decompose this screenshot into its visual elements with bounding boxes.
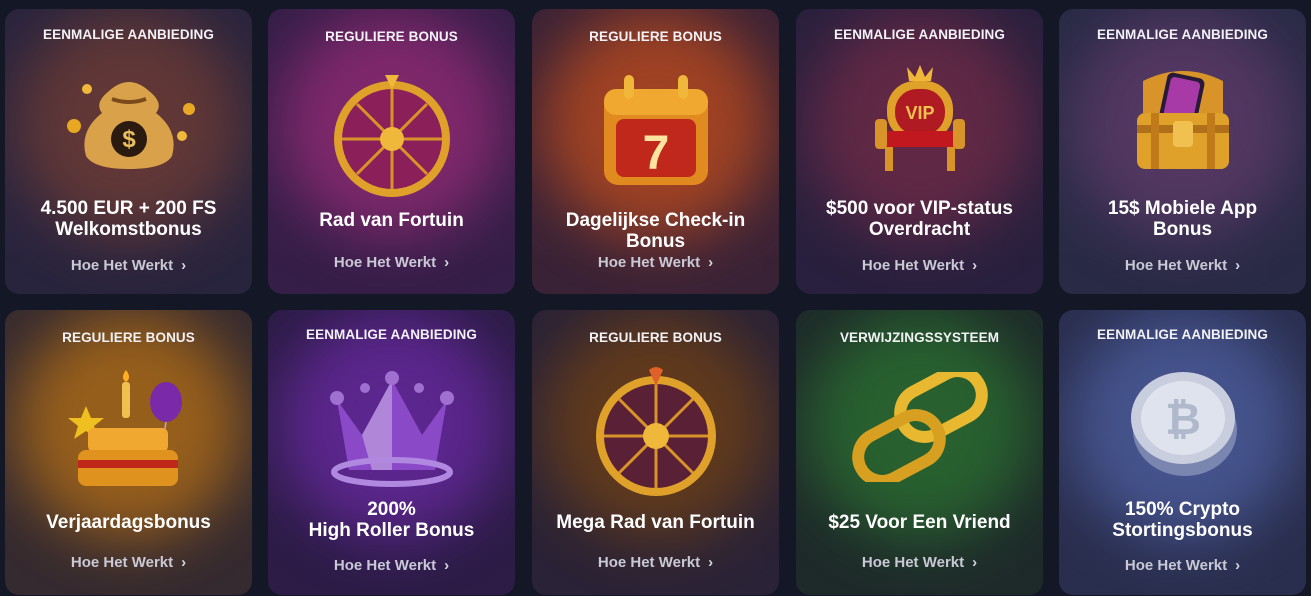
chevron-right-icon: › xyxy=(972,257,978,274)
svg-text:VIP: VIP xyxy=(905,103,934,123)
bonus-card-mega-wheel[interactable]: REGULIERE BONUS Mega Rad van Fortuin Hoe… xyxy=(532,310,779,595)
link-label: Hoe Het Werkt xyxy=(333,557,437,574)
card-title: $500 voor VIP-status Overdracht xyxy=(826,198,1013,240)
link-label: Hoe Het Werkt xyxy=(333,254,437,271)
card-kicker: EENMALIGE AANBIEDING xyxy=(305,327,477,342)
bonus-card-checkin[interactable]: REGULIERE BONUS 7 Dagelijkse Check-in Bo… xyxy=(532,9,779,294)
chevron-right-icon: › xyxy=(972,554,978,571)
how-it-works-link[interactable]: Hoe Het Werkt › xyxy=(5,257,252,274)
birthday-cake-icon xyxy=(67,370,182,486)
svg-text:₿: ₿ xyxy=(1165,395,1201,444)
card-title: 200% High Roller Bonus xyxy=(308,499,475,541)
crown-icon xyxy=(329,371,454,487)
money-bag-icon: $ xyxy=(66,82,195,169)
how-it-works-link[interactable]: Hoe Het Werkt › xyxy=(532,254,779,271)
card-title: Verjaardagsbonus xyxy=(46,512,211,533)
card-kicker: REGULIERE BONUS xyxy=(589,330,722,345)
link-label: Hoe Het Werkt xyxy=(861,554,965,571)
bonus-card-vip[interactable]: EENMALIGE AANBIEDING VIP $500 voor VIP-s… xyxy=(796,9,1043,294)
how-it-works-link[interactable]: Hoe Het Werkt › xyxy=(268,254,515,271)
chevron-right-icon: › xyxy=(181,257,187,274)
how-it-works-link[interactable]: Hoe Het Werkt › xyxy=(532,554,779,571)
link-label: Hoe Het Werkt xyxy=(861,257,965,274)
bonus-grid: EENMALIGE AANBIEDING $ 4.500 EUR + 200 F… xyxy=(0,0,1311,596)
link-label: Hoe Het Werkt xyxy=(597,554,701,571)
how-it-works-link[interactable]: Hoe Het Werkt › xyxy=(1059,557,1306,574)
card-title: Mega Rad van Fortuin xyxy=(556,512,755,533)
card-kicker: VERWIJZINGSSYSTEEM xyxy=(839,330,1000,345)
bonus-card-crypto[interactable]: EENMALIGE AANBIEDING ₿ 150% Crypto Stort… xyxy=(1059,310,1306,595)
how-it-works-link[interactable]: Hoe Het Werkt › xyxy=(796,554,1043,571)
card-kicker: EENMALIGE AANBIEDING xyxy=(42,27,214,42)
card-title: $25 Voor Een Vriend xyxy=(828,512,1011,533)
card-title: 15$ Mobiele App Bonus xyxy=(1107,198,1258,240)
how-it-works-link[interactable]: Hoe Het Werkt › xyxy=(1059,257,1306,274)
card-title: Dagelijkse Check-in Bonus xyxy=(565,210,746,252)
chevron-right-icon: › xyxy=(708,254,714,271)
bonus-card-wheel[interactable]: REGULIERE BONUS Rad van Fortuin Hoe Het … xyxy=(268,9,515,294)
bonus-card-high-roller[interactable]: EENMALIGE AANBIEDING 200% High Roller Bo… xyxy=(268,310,515,595)
card-kicker: EENMALIGE AANBIEDING xyxy=(1096,27,1268,42)
card-title: 150% Crypto Stortingsbonus xyxy=(1112,499,1253,541)
svg-text:$: $ xyxy=(122,126,136,153)
how-it-works-link[interactable]: Hoe Het Werkt › xyxy=(5,554,252,571)
bonus-card-welcome[interactable]: EENMALIGE AANBIEDING $ 4.500 EUR + 200 F… xyxy=(5,9,252,294)
card-title: 4.500 EUR + 200 FS Welkomstbonus xyxy=(40,198,217,240)
link-label: Hoe Het Werkt xyxy=(1124,557,1228,574)
card-title: Rad van Fortuin xyxy=(319,210,464,231)
bitcoin-coin-icon: ₿ xyxy=(1130,372,1237,476)
chevron-right-icon: › xyxy=(444,254,450,271)
fortune-wheel-icon xyxy=(333,75,450,197)
bonus-card-mobile-app[interactable]: EENMALIGE AANBIEDING 15$ Mobiele App Bon… xyxy=(1059,9,1306,294)
vip-throne-icon: VIP xyxy=(874,65,965,171)
link-label: Hoe Het Werkt xyxy=(1124,257,1228,274)
chevron-right-icon: › xyxy=(181,554,187,571)
chevron-right-icon: › xyxy=(1235,557,1241,574)
chain-link-icon xyxy=(851,372,988,482)
chevron-right-icon: › xyxy=(708,554,714,571)
link-label: Hoe Het Werkt xyxy=(70,554,174,571)
treasure-chest-icon xyxy=(1136,71,1229,169)
link-label: Hoe Het Werkt xyxy=(597,254,701,271)
mega-wheel-icon xyxy=(595,367,716,496)
calendar-icon: 7 xyxy=(603,75,708,185)
bonus-card-referral[interactable]: VERWIJZINGSSYSTEEM $25 Voor Een Vriend H… xyxy=(796,310,1043,595)
chevron-right-icon: › xyxy=(444,557,450,574)
how-it-works-link[interactable]: Hoe Het Werkt › xyxy=(268,557,515,574)
chevron-right-icon: › xyxy=(1235,257,1241,274)
card-kicker: REGULIERE BONUS xyxy=(589,29,722,44)
link-label: Hoe Het Werkt xyxy=(70,257,174,274)
card-kicker: EENMALIGE AANBIEDING xyxy=(1096,327,1268,342)
card-kicker: REGULIERE BONUS xyxy=(62,330,195,345)
card-kicker: REGULIERE BONUS xyxy=(325,29,458,44)
card-kicker: EENMALIGE AANBIEDING xyxy=(833,27,1005,42)
how-it-works-link[interactable]: Hoe Het Werkt › xyxy=(796,257,1043,274)
svg-text:7: 7 xyxy=(642,127,669,180)
bonus-card-birthday[interactable]: REGULIERE BONUS Verjaardagsbonus Hoe Het… xyxy=(5,310,252,595)
